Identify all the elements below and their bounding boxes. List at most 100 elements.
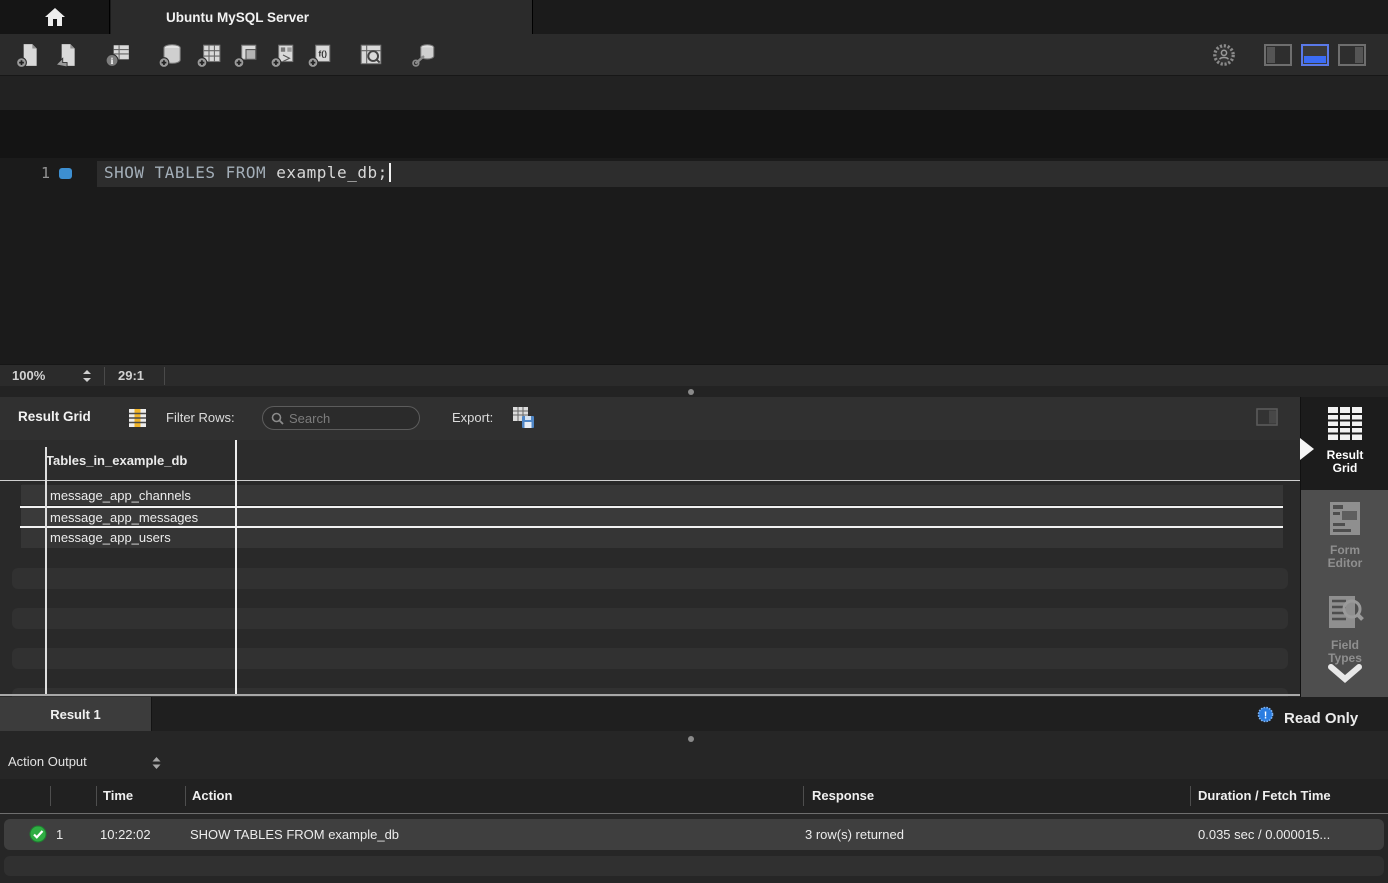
splitter-handle-icon — [688, 736, 694, 742]
new-query-tab-icon[interactable] — [15, 42, 41, 68]
sidebar-item-field-types[interactable]: Field Types — [1301, 593, 1388, 665]
toggle-preview-panel-icon[interactable] — [1256, 408, 1278, 426]
chevron-down-icon[interactable] — [1327, 663, 1363, 687]
empty-row-stripe — [4, 856, 1384, 876]
home-tab[interactable] — [0, 0, 110, 34]
result-grid-table: Tables_in_example_db message_app_channel… — [0, 440, 1300, 697]
row-response: 3 row(s) returned — [805, 827, 904, 842]
column-header-tables-in-example-db[interactable]: Tables_in_example_db — [46, 453, 187, 468]
result-grid-toolbar: Result Grid Filter Rows: Export: — [0, 397, 1300, 440]
column-divider[interactable] — [235, 440, 237, 694]
sql-identifier: example_db; — [266, 163, 388, 182]
empty-row-stripe — [12, 608, 1288, 629]
create-function-icon[interactable]: f() — [307, 42, 333, 68]
inspector-icon[interactable]: i — [105, 42, 131, 68]
divider — [803, 786, 804, 806]
row-duration: 0.035 sec / 0.000015... — [1198, 827, 1330, 842]
search-icon — [271, 412, 284, 425]
result-tab[interactable]: Result 1 — [0, 697, 152, 731]
create-view-icon[interactable] — [233, 42, 259, 68]
query-toolbar: Limit to 1000 rows ★ + ¶ ↵ — [0, 110, 1388, 158]
create-procedure-icon[interactable] — [270, 42, 296, 68]
line-number: 1 — [24, 164, 50, 182]
result-tabbar: Result 1 ! Read Only — [0, 697, 1388, 731]
cell-value[interactable]: message_app_users — [50, 530, 171, 545]
grid-header-row: Tables_in_example_db — [0, 440, 1300, 481]
cursor-position: 29:1 — [118, 368, 144, 383]
sidebar-item-label: Form Editor — [1315, 544, 1375, 570]
editor-status-bar: 100% 29:1 — [0, 364, 1388, 386]
open-sql-file-icon[interactable] — [53, 42, 79, 68]
create-table-icon[interactable] — [196, 42, 222, 68]
toggle-bottom-panel-icon[interactable] — [1301, 42, 1329, 68]
action-output-stepper-icon[interactable] — [150, 756, 163, 770]
grid-bottom-border — [0, 694, 1300, 696]
horizontal-splitter[interactable] — [0, 731, 1388, 745]
sidebar-item-result-grid[interactable]: Result Grid — [1301, 405, 1388, 475]
cell-value[interactable]: message_app_messages — [50, 510, 198, 525]
divider — [96, 786, 97, 806]
connection-tab[interactable]: Ubuntu MySQL Server — [111, 0, 533, 34]
empty-row-stripe — [12, 648, 1288, 669]
connection-tabbar: Ubuntu MySQL Server — [0, 0, 1388, 34]
svg-text:f(): f() — [318, 49, 327, 59]
home-icon — [43, 6, 67, 28]
table-row[interactable] — [21, 508, 1283, 528]
column-header-time[interactable]: Time — [103, 788, 133, 803]
action-output-row[interactable]: 1 10:22:02 SHOW TABLES FROM example_db 3… — [4, 819, 1384, 850]
sidebar-item-form-editor[interactable]: Form Editor — [1301, 500, 1388, 570]
divider — [164, 367, 165, 385]
row-selection-border — [20, 506, 1283, 508]
export-label: Export: — [452, 410, 493, 425]
row-selection-border — [20, 526, 1283, 528]
column-header-duration[interactable]: Duration / Fetch Time — [1198, 788, 1331, 803]
horizontal-splitter[interactable] — [0, 386, 1388, 397]
table-row[interactable] — [21, 528, 1283, 548]
svg-text:i: i — [111, 56, 114, 67]
sidebar-collapse-arrow-icon[interactable] — [1300, 438, 1314, 460]
grid-vertical-line — [45, 447, 47, 694]
row-action: SHOW TABLES FROM example_db — [190, 827, 399, 842]
success-check-icon — [29, 825, 47, 843]
action-output-header: Time Action Response Duration / Fetch Ti… — [0, 779, 1388, 814]
server-admin-icon[interactable] — [411, 42, 437, 68]
divider — [50, 786, 51, 806]
divider — [104, 367, 105, 385]
cell-value[interactable]: message_app_channels — [50, 488, 191, 503]
result-grid-icon — [1325, 405, 1365, 443]
divider — [1190, 786, 1191, 806]
read-only-label: Read Only — [1284, 710, 1358, 727]
empty-row-stripe — [12, 568, 1288, 589]
result-tab-label: Result 1 — [50, 707, 101, 722]
sql-editor[interactable]: 1 SHOW TABLES FROM example_db; — [0, 158, 1388, 364]
sql-keywords: SHOW TABLES FROM — [104, 163, 266, 182]
column-header-response[interactable]: Response — [812, 788, 874, 803]
sidebar-item-label: Field Types — [1315, 639, 1375, 665]
query-tabbar: Query 1 — [0, 76, 1388, 110]
statement-marker-icon — [59, 168, 72, 179]
filter-rows-label: Filter Rows: — [166, 410, 235, 425]
field-types-icon — [1325, 593, 1365, 633]
sql-code-line[interactable]: SHOW TABLES FROM example_db; — [104, 163, 391, 182]
action-output-bar: Action Output — [0, 745, 1388, 779]
action-output-title: Action Output — [8, 754, 87, 769]
text-caret — [389, 163, 391, 182]
read-only-info-icon: ! — [1257, 706, 1274, 723]
svg-text:!: ! — [1264, 711, 1267, 722]
column-header-action[interactable]: Action — [192, 788, 232, 803]
search-data-icon[interactable] — [358, 42, 384, 68]
toggle-left-panel-icon[interactable] — [1264, 42, 1292, 68]
zoom-stepper-icon[interactable] — [80, 369, 94, 383]
filter-search-box[interactable] — [262, 406, 420, 430]
form-editor-icon — [1326, 500, 1364, 538]
result-grid-title: Result Grid — [18, 409, 91, 424]
empty-row-stripe — [12, 688, 1288, 697]
export-recordset-icon[interactable] — [512, 406, 536, 430]
table-row[interactable] — [21, 485, 1283, 505]
connection-tab-label: Ubuntu MySQL Server — [166, 10, 309, 25]
zoom-level: 100% — [12, 368, 45, 383]
search-input[interactable] — [289, 411, 399, 426]
toggle-right-panel-icon[interactable] — [1338, 42, 1366, 68]
create-schema-icon[interactable] — [158, 42, 184, 68]
grid-columns-icon[interactable] — [128, 408, 147, 428]
